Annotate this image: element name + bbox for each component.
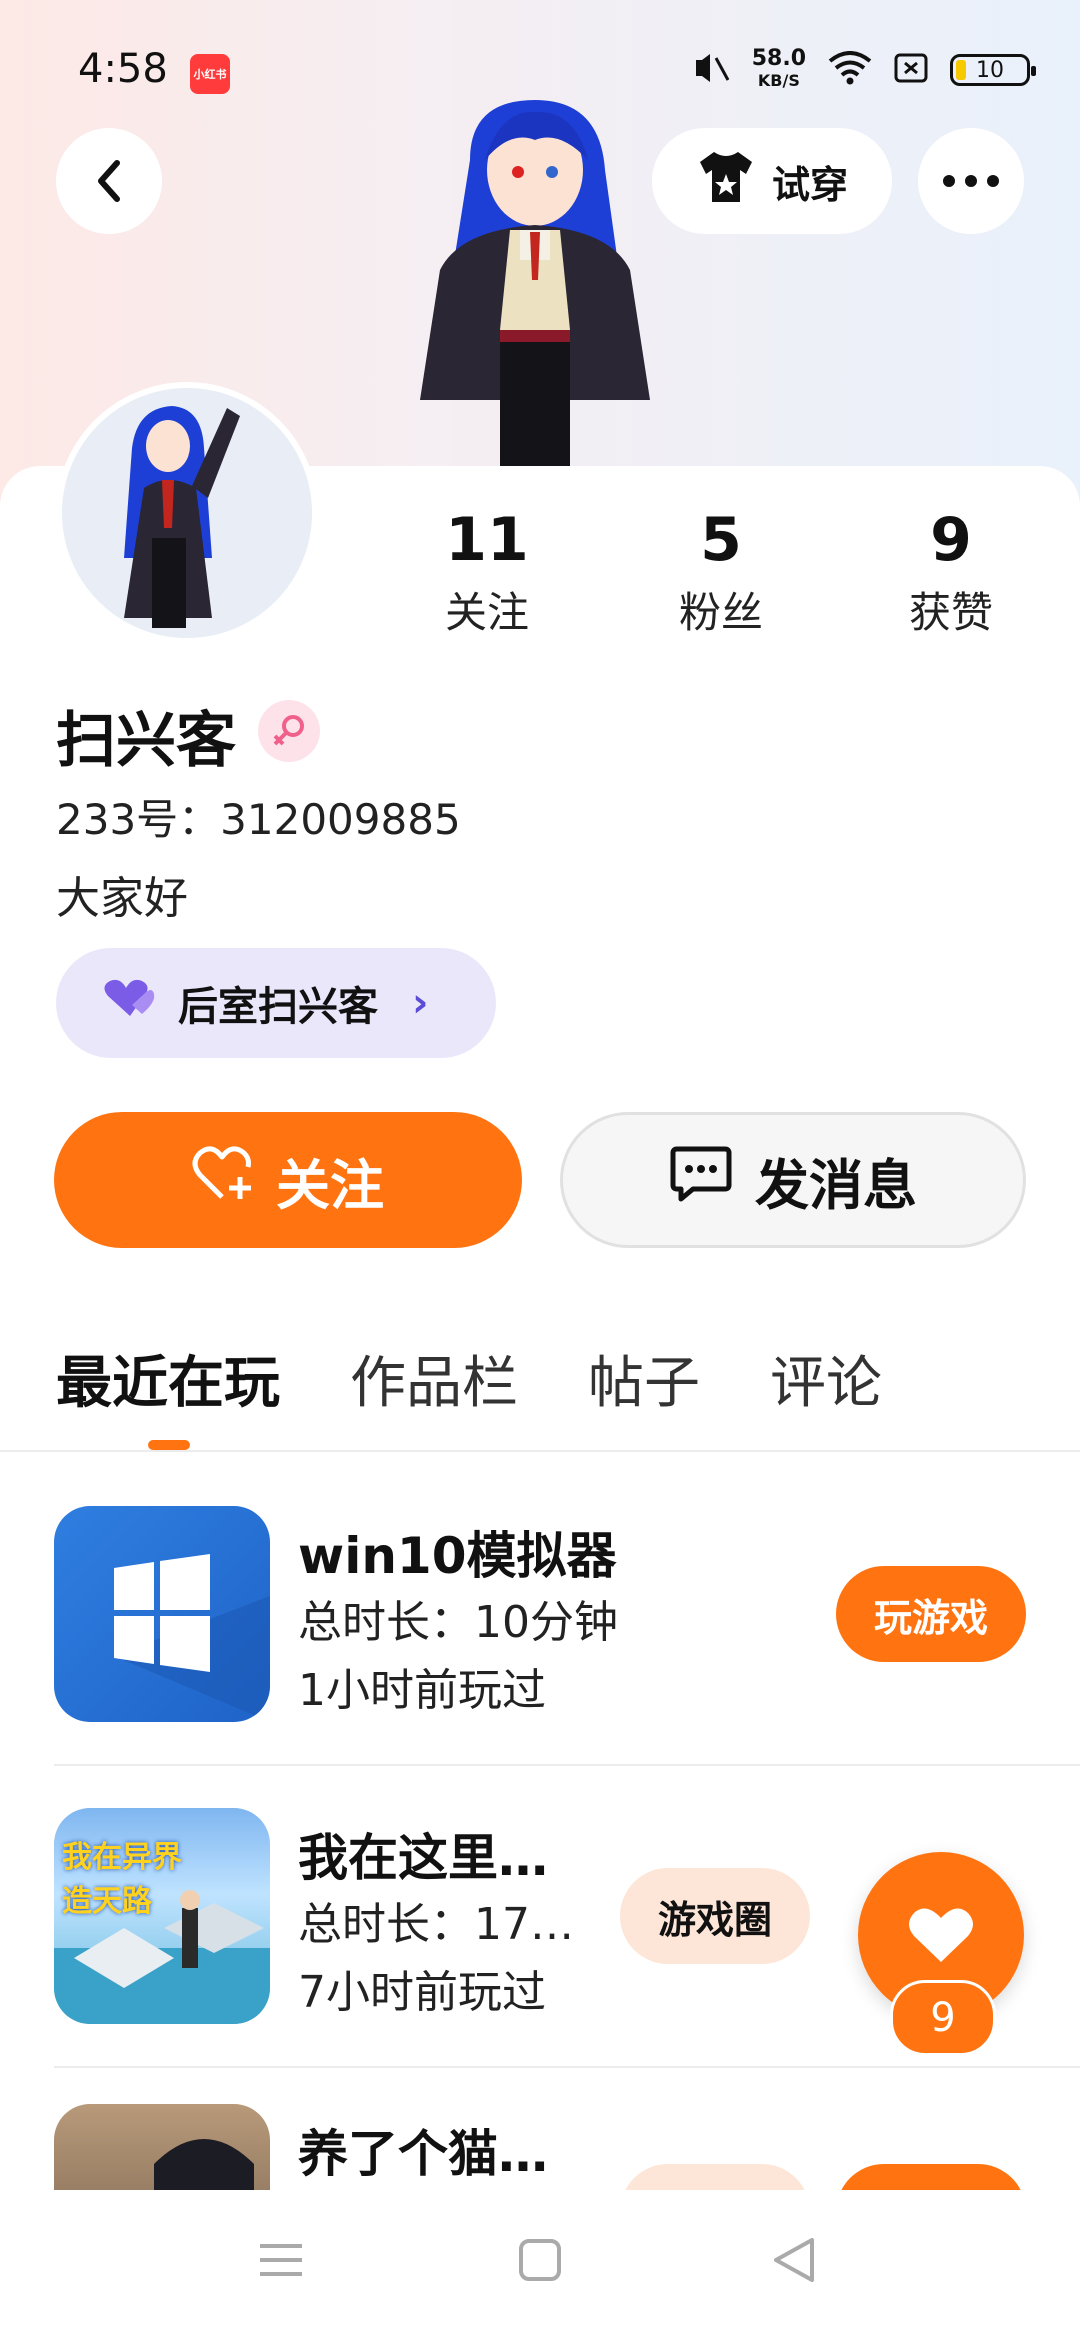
list-item[interactable]: win10模拟器 总时长：10分钟 1小时前玩过 玩游戏 [54,1506,1080,1806]
play-game-button[interactable] [836,2164,1026,2190]
status-time: 4:58 [78,46,168,92]
stat-following-label: 关注 [444,588,529,637]
game-last-played: 1小时前玩过 [298,1665,546,1716]
follow-button[interactable]: 关注 [54,1112,522,1248]
game-title: 养了个猫… [298,2125,548,2183]
profile-tag-button[interactable]: 后室扫兴客 › [56,948,496,1058]
profile-tabs: 最近在玩 作品栏 帖子 评论 [56,1338,952,1419]
list-divider [54,1764,1080,1766]
game-thumbnail [54,1506,270,1722]
more-dots-icon [943,175,999,187]
system-nav-bar [0,2190,1080,2340]
battery-icon: 10 [950,54,1036,86]
message-label: 发消息 [755,1153,917,1217]
back-nav-icon[interactable] [772,2236,816,2288]
game-thumbnail [54,2104,270,2190]
tab-works[interactable]: 作品栏 [350,1338,518,1419]
stat-followers-value: 5 [700,505,742,575]
female-gender-icon [258,700,320,762]
speed-value: 58.0 [751,46,806,71]
double-heart-icon [102,978,158,1028]
tshirt-star-icon [696,150,756,213]
play-game-button[interactable]: 玩游戏 [836,1566,1026,1662]
stat-following[interactable]: 11 关注 [402,505,572,640]
back-button[interactable] [56,128,162,234]
avatar[interactable] [56,382,318,644]
home-nav-icon[interactable] [518,2238,562,2286]
game-last-played: 7小时前玩过 [298,1967,546,2018]
message-button[interactable]: 发消息 [560,1112,1026,1248]
avatar-3d-figure [420,100,650,470]
tab-comments[interactable]: 评论 [770,1338,882,1419]
profile-name: 扫兴客 [56,706,236,776]
tab-divider [0,1450,1080,1452]
profile-tag-label: 后室扫兴客 [178,984,378,1030]
sim-icon [894,53,928,87]
tab-posts[interactable]: 帖子 [588,1338,700,1419]
game-thumb-text: 我在异界 造天路 [62,1840,182,1919]
stat-likes-value: 9 [930,505,972,575]
tab-recent[interactable]: 最近在玩 [56,1338,280,1419]
chevron-right-icon: › [412,980,429,1026]
game-title: win10模拟器 [298,1527,617,1585]
heart-icon [909,1908,973,1962]
tryon-label: 试穿 [771,162,848,207]
stat-likes-label: 获赞 [908,588,993,637]
game-circle-button[interactable] [620,2164,810,2190]
list-item[interactable]: 养了个猫… [54,2104,1080,2190]
like-count-badge: 9 [890,1980,996,2056]
more-button[interactable] [918,128,1024,234]
list-divider [54,2066,1080,2068]
game-thumbnail: 我在异界 造天路 [54,1808,270,2024]
battery-level: 10 [976,57,1004,83]
windows-logo-icon [114,1554,270,1722]
wifi-icon [828,51,872,89]
user-id: 233号：312009885 [56,795,461,844]
game-title: 我在这里… [298,1829,548,1887]
back-arrow-icon [98,160,120,202]
game-duration: 总时长：17… [298,1899,574,1950]
network-speed: 58.0 KB/S [752,48,806,92]
game-circle-button[interactable]: 游戏圈 [620,1868,810,1964]
stat-followers-label: 粉丝 [678,588,763,637]
tryon-button[interactable]: 试穿 [652,128,892,234]
tab-indicator [148,1440,190,1450]
stat-following-value: 11 [445,505,529,575]
game-duration: 总时长：10分钟 [298,1597,618,1648]
speed-unit: KB/S [757,71,800,90]
menu-nav-icon[interactable] [258,2240,304,2284]
chat-bubble-icon [669,1145,733,1216]
follow-label: 关注 [276,1153,384,1217]
app-badge-icon: 小红书 [190,54,230,94]
heart-plus-icon [192,1145,256,1216]
profile-bio: 大家好 [56,873,188,924]
mute-icon [690,50,730,90]
stat-followers[interactable]: 5 粉丝 [636,505,806,640]
stat-likes[interactable]: 9 获赞 [866,505,1036,640]
game-art-icon [154,2139,254,2190]
avatar-figure-icon [124,406,240,628]
